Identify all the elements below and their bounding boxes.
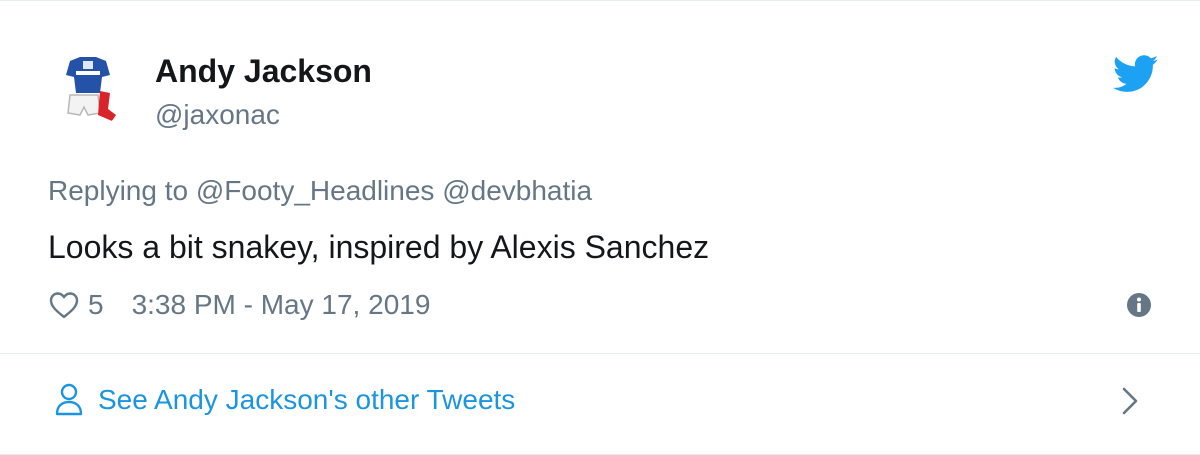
heart-icon[interactable] <box>48 290 80 320</box>
person-icon <box>55 383 83 416</box>
replying-to-prefix: Replying to <box>48 175 189 206</box>
author-name[interactable]: Andy Jackson <box>155 51 372 91</box>
tweet-text: Looks a bit snakey, inspired by Alexis S… <box>48 229 710 265</box>
see-other-tweets-link[interactable]: See Andy Jackson's other Tweets <box>48 377 1168 423</box>
tweet-timestamp[interactable]: 3:38 PM - May 17, 2019 <box>132 289 431 321</box>
chevron-right-icon[interactable] <box>1120 385 1140 417</box>
embedded-tweet-card: Andy Jackson @jaxonac Replying to @Footy… <box>0 0 1200 455</box>
replying-to-users[interactable]: @Footy_Headlines @devbhatia <box>196 175 592 206</box>
twitter-bird-icon[interactable] <box>1113 55 1159 93</box>
replying-to-line: Replying to @Footy_Headlines @devbhatia <box>48 173 592 209</box>
tweet-meta: 5 3:38 PM - May 17, 2019 <box>48 285 430 325</box>
see-other-tweets-label[interactable]: See Andy Jackson's other Tweets <box>98 384 515 416</box>
divider <box>0 353 1200 354</box>
avatar[interactable] <box>50 53 126 129</box>
author-handle[interactable]: @jaxonac <box>155 97 280 133</box>
like-count: 5 <box>88 289 104 320</box>
info-icon[interactable] <box>1126 292 1152 318</box>
football-kit-avatar-icon <box>50 53 126 129</box>
